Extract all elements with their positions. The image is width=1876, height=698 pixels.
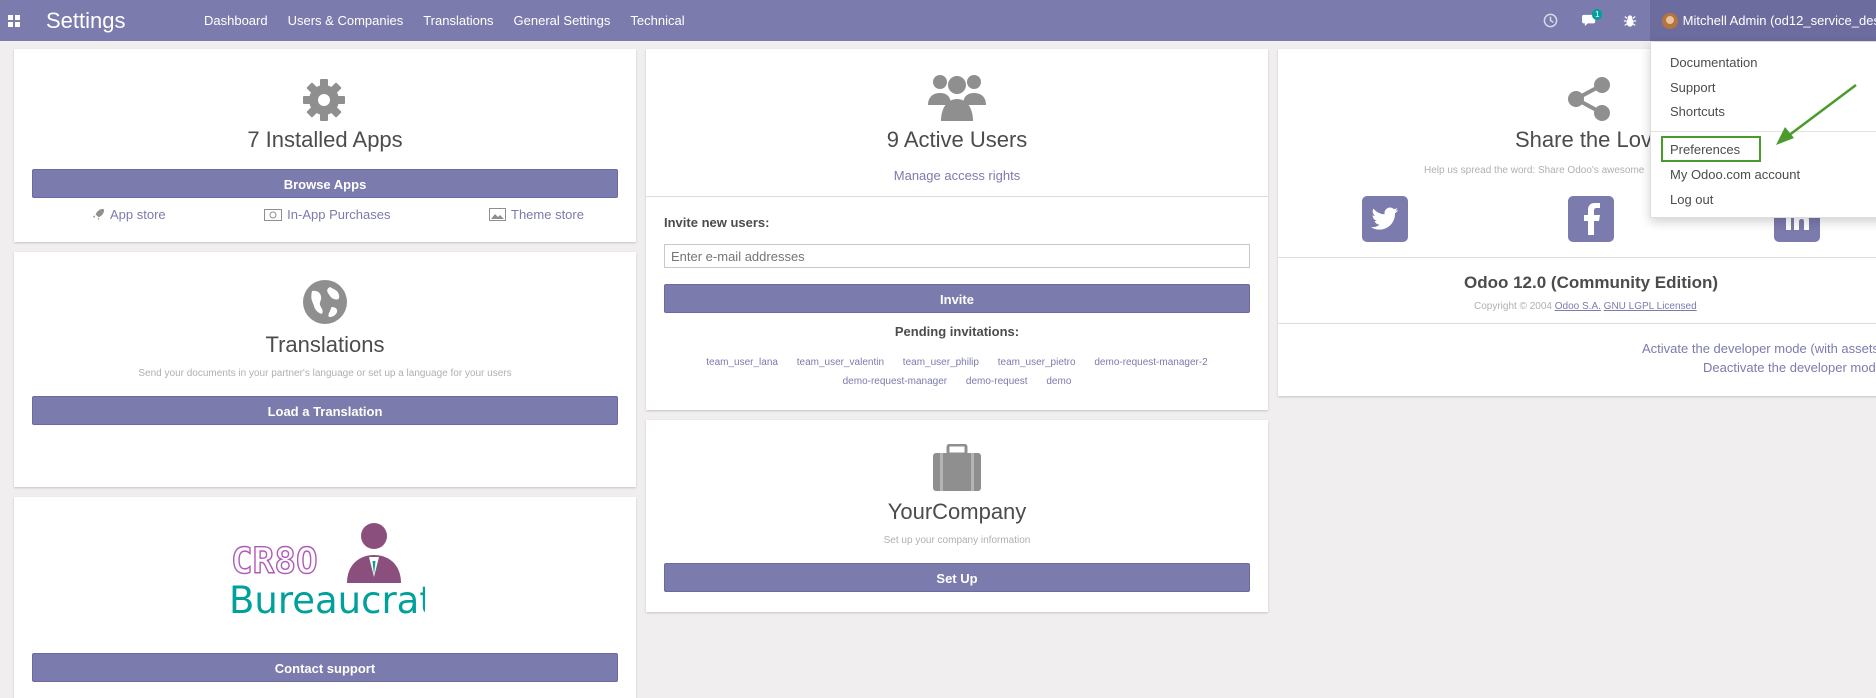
company-description: Set up your company information	[883, 535, 1031, 546]
twitter-icon	[1371, 207, 1398, 230]
menu-item-shortcuts[interactable]: Shortcuts	[1670, 104, 1725, 119]
main-menu: Dashboard Users & Companies Translations…	[194, 0, 695, 41]
pending-user-link[interactable]: team_user_valentin	[797, 357, 884, 368]
invite-label: Invite new users:	[664, 215, 770, 230]
copyright-line: Copyright © 2004 Odoo S.A. GNU LGPL Lice…	[1474, 301, 1697, 312]
annotation-arrow-icon	[1776, 84, 1857, 145]
share-title: Share the Lov	[1515, 127, 1652, 152]
pending-user-link[interactable]: team_user_philip	[903, 357, 979, 368]
pending-user-link[interactable]: demo-request	[966, 376, 1028, 387]
in-app-purchases-link[interactable]: In-App Purchases	[264, 207, 391, 222]
app-store-link[interactable]: App store	[92, 207, 166, 222]
license-link[interactable]: GNU LGPL Licensed	[1604, 301, 1697, 312]
facebook-share-button[interactable]	[1568, 196, 1614, 242]
activate-developer-mode-assets-link[interactable]: Activate the developer mode (with assets	[1642, 341, 1876, 356]
twitter-share-button[interactable]	[1362, 196, 1408, 242]
support-card: CR8O Bureaucrat Contact support	[14, 497, 636, 698]
invite-email-input[interactable]	[664, 244, 1250, 268]
installed-apps-card: 7 Installed Apps Browse Apps App store I…	[14, 49, 636, 242]
pending-user-link[interactable]: demo	[1046, 376, 1071, 387]
share-description: Help us spread the word: Share Odoo's aw…	[1424, 165, 1645, 176]
share-divider-2	[1278, 323, 1876, 324]
copyright-prefix: Copyright © 2004	[1474, 301, 1552, 312]
debug-bug-icon[interactable]	[1610, 0, 1650, 41]
menu-item-odoo-account[interactable]: My Odoo.com account	[1670, 167, 1800, 182]
contact-support-button[interactable]: Contact support	[32, 653, 618, 682]
menu-general-settings[interactable]: General Settings	[504, 0, 621, 41]
svg-text:Bureaucrat: Bureaucrat	[229, 579, 425, 617]
apps-menu-icon[interactable]	[0, 0, 28, 41]
pending-user-link[interactable]: team_user_lana	[706, 357, 778, 368]
menu-item-logout[interactable]: Log out	[1670, 192, 1713, 207]
user-menu-toggle[interactable]: Mitchell Admin (od12_service_des	[1650, 0, 1876, 41]
translations-description: Send your documents in your partner's la…	[138, 368, 512, 379]
company-card: YourCompany Set up your company informat…	[646, 420, 1268, 612]
app-store-label: App store	[110, 207, 166, 222]
user-name: Mitchell Admin (od12_service_des	[1682, 13, 1876, 28]
facebook-icon	[1584, 203, 1600, 235]
menu-translations[interactable]: Translations	[413, 0, 503, 41]
user-avatar	[1662, 12, 1678, 29]
company-title: YourCompany	[887, 499, 1027, 524]
in-app-purchases-label: In-App Purchases	[287, 207, 391, 222]
app-brand: Settings	[46, 7, 126, 33]
share-divider-1	[1278, 257, 1876, 258]
users-group-icon	[928, 71, 986, 128]
rocket-icon	[92, 208, 105, 221]
installed-apps-title: 7 Installed Apps	[247, 127, 403, 152]
money-icon	[264, 208, 283, 221]
pending-user-link[interactable]: demo-request-manager-2	[1094, 357, 1207, 368]
briefcase-icon	[931, 443, 983, 497]
chat-icon[interactable]: 1	[1570, 0, 1610, 41]
menu-technical[interactable]: Technical	[620, 0, 694, 41]
manage-access-rights-link[interactable]: Manage access rights	[646, 168, 1268, 183]
menu-item-documentation[interactable]: Documentation	[1670, 55, 1757, 70]
active-users-title: 9 Active Users	[886, 127, 1028, 152]
browse-apps-button[interactable]: Browse Apps	[32, 169, 618, 198]
setup-company-button[interactable]: Set Up	[664, 563, 1250, 592]
pending-user-link[interactable]: demo-request-manager	[843, 376, 948, 387]
share-icon	[1566, 77, 1612, 126]
picture-icon	[489, 208, 506, 221]
odoo-sa-link[interactable]: Odoo S.A.	[1555, 301, 1601, 312]
theme-store-label: Theme store	[511, 207, 584, 222]
menu-item-preferences[interactable]: Preferences	[1670, 142, 1740, 157]
menu-dashboard[interactable]: Dashboard	[194, 0, 278, 41]
apps-links: App store In-App Purchases Theme store	[92, 207, 584, 222]
activity-clock-icon[interactable]	[1530, 0, 1570, 41]
deactivate-developer-mode-link[interactable]: Deactivate the developer mod	[1703, 360, 1876, 375]
gear-icon	[301, 77, 347, 128]
theme-store-link[interactable]: Theme store	[489, 207, 584, 222]
users-divider	[646, 196, 1268, 197]
chat-badge: 1	[1592, 9, 1603, 20]
svg-text:CR8O: CR8O	[231, 541, 318, 582]
pending-invitations-row-1: team_user_lana team_user_valentin team_u…	[646, 357, 1268, 368]
pending-user-link[interactable]: team_user_pietro	[998, 357, 1076, 368]
top-navbar: Settings Dashboard Users & Companies Tra…	[0, 0, 1876, 41]
translations-title: Translations	[265, 332, 385, 357]
translations-card: Translations Send your documents in your…	[14, 252, 636, 487]
bureaucrat-logo: CR8O Bureaucrat	[229, 521, 434, 622]
pending-invitations-row-2: demo-request-manager demo-request demo	[646, 376, 1268, 387]
odoo-version: Odoo 12.0 (Community Edition)	[1464, 273, 1719, 292]
invite-button[interactable]: Invite	[664, 284, 1250, 313]
menu-users-companies[interactable]: Users & Companies	[278, 0, 414, 41]
systray: 1 Mitchell Admin (od12_service_des	[1530, 0, 1876, 41]
menu-item-support[interactable]: Support	[1670, 80, 1716, 95]
globe-icon	[302, 279, 348, 330]
active-users-card: 9 Active Users Manage access rights Invi…	[646, 49, 1268, 410]
pending-invitations-title: Pending invitations:	[894, 324, 1020, 339]
load-translation-button[interactable]: Load a Translation	[32, 396, 618, 425]
